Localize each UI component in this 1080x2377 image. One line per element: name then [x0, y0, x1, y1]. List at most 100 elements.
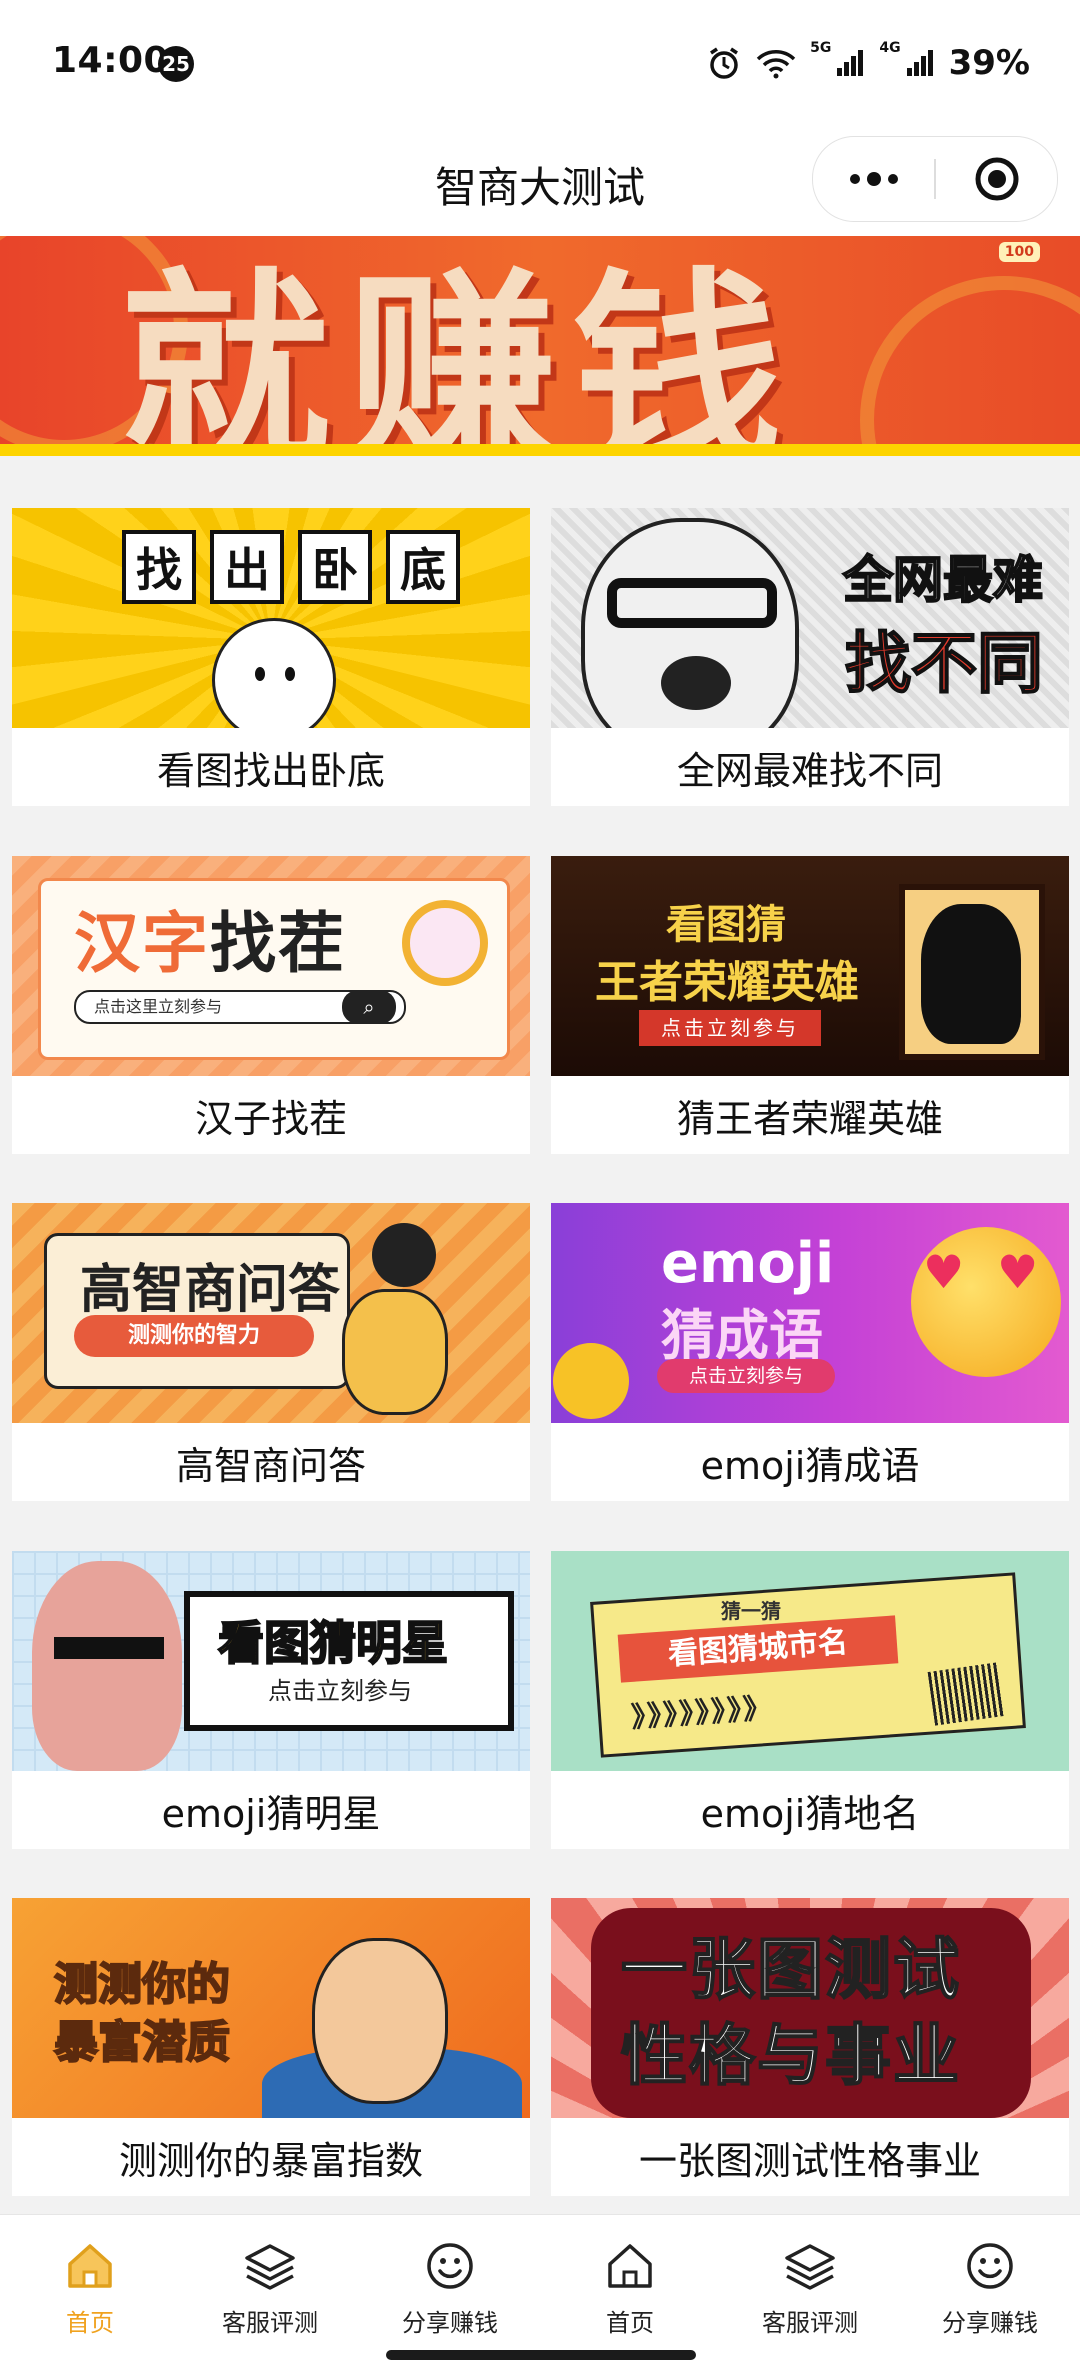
quiz-card[interactable]: emoji 猜成语 点击立刻参与 emoji猜成语: [551, 1203, 1069, 1501]
quiz-card-label: 高智商问答: [175, 1443, 366, 1488]
heart-eyes-emoji-icon: [911, 1227, 1061, 1377]
home-indicator[interactable]: [386, 2350, 696, 2360]
tab-share-earn[interactable]: 分享赚钱: [900, 2235, 1080, 2345]
smile-icon: [427, 2243, 473, 2289]
thumb-title: 汉字找茬: [74, 890, 346, 986]
quiz-card[interactable]: 高智商问答 测测你的智力 高智商问答: [12, 1203, 530, 1501]
quiz-card[interactable]: 猜一猜 看图猜城市名 》》》》》》》》 emoji猜地名: [551, 1551, 1069, 1849]
thumb-title: 高智商问答: [80, 1260, 341, 1320]
status-bar: 14:00 25 5G 4G 39%: [0, 0, 1080, 120]
quiz-card[interactable]: 一张图测试 性格与事业 一张图测试性格事业: [551, 1898, 1069, 2196]
tab-label: 客服评测: [762, 2309, 858, 2337]
tab-label: 首页: [606, 2309, 654, 2337]
banner-badge: 100: [998, 242, 1040, 262]
thumb-title: 看图猜: [666, 902, 786, 948]
quiz-thumbnail: 测测你的 暴富潜质: [12, 1898, 530, 2118]
more-dots-icon: [849, 172, 898, 186]
barcode-icon: [927, 1662, 1005, 1726]
tab-home[interactable]: 首页: [0, 2235, 180, 2345]
quiz-thumbnail: 猜一猜 看图猜城市名 》》》》》》》》: [551, 1551, 1069, 1771]
thumb-cta: 点击立刻参与: [639, 1010, 821, 1046]
thumb-sunglasses: [54, 1637, 164, 1659]
promo-banner[interactable]: 就赚钱 100: [0, 236, 1080, 456]
thumb-char-box: 找: [122, 530, 196, 604]
tab-service-review[interactable]: 客服评测: [720, 2235, 900, 2345]
close-button[interactable]: [936, 137, 1057, 221]
thumb-title-part: 找茬: [210, 905, 346, 982]
tab-label: 分享赚钱: [942, 2309, 1038, 2337]
signal-icon: [837, 50, 864, 76]
thumb-subtitle: 找不同: [844, 624, 1044, 703]
thumb-mascot: [212, 618, 336, 728]
quiz-card-label: emoji猜成语: [700, 1443, 920, 1488]
smile-icon: [967, 2243, 1013, 2289]
thumb-title-part: 汉字: [74, 905, 210, 982]
thumb-subtitle: 王者荣耀英雄: [595, 957, 859, 1008]
quiz-thumbnail: 看图猜 王者荣耀英雄 点击立刻参与: [551, 856, 1069, 1076]
battery-level: 39%: [948, 43, 1030, 83]
thumb-title: 一张图测试: [620, 1930, 961, 2009]
tab-share-earn[interactable]: 分享赚钱: [360, 2235, 540, 2345]
thumb-subtitle: 性格与事业: [620, 2016, 961, 2095]
thumb-subtitle: 测测你的智力: [74, 1315, 314, 1357]
alarm-icon: [710, 47, 739, 79]
nav-bar: 智商大测试: [0, 120, 1080, 236]
banner-strip: [0, 444, 1080, 456]
thumb-man-face: [312, 1938, 448, 2104]
status-time: 14:00: [52, 40, 170, 81]
layers-icon: [245, 2244, 295, 2290]
quiz-card[interactable]: 看图猜明星 点击立刻参与 emoji猜明星: [12, 1551, 530, 1849]
quiz-card-label: 看图找出卧底: [156, 748, 385, 793]
banner-decoration: [860, 276, 1080, 456]
thumb-tag: 猜一猜: [721, 1599, 781, 1623]
quiz-thumbnail: 汉字找茬 点击这里立刻参与 ⌕: [12, 856, 530, 1076]
thumb-character-head: [372, 1223, 436, 1287]
tab-label: 客服评测: [222, 2309, 318, 2337]
quiz-thumbnail: emoji 猜成语 点击立刻参与: [551, 1203, 1069, 1423]
quiz-card-label: 猜王者荣耀英雄: [676, 1096, 943, 1141]
surprised-emoji-icon: [553, 1343, 629, 1419]
thumb-char-box: 底: [386, 530, 460, 604]
quiz-card[interactable]: 看图猜 王者荣耀英雄 点击立刻参与 猜王者荣耀英雄: [551, 856, 1069, 1154]
thumb-mouth: [661, 656, 731, 710]
tab-service-review[interactable]: 客服评测: [180, 2235, 360, 2345]
quiz-card-label: 测测你的暴富指数: [118, 2138, 423, 2183]
quiz-thumbnail: 一张图测试 性格与事业: [551, 1898, 1069, 2118]
quiz-card[interactable]: 汉字找茬 点击这里立刻参与 ⌕ 汉子找茬: [12, 856, 530, 1154]
layers-icon: [785, 2244, 835, 2290]
close-target-icon: [975, 157, 1018, 201]
network-4g-label: 4G: [879, 40, 901, 56]
tab-label: 首页: [66, 2309, 114, 2337]
thumb-char-box: 出: [210, 530, 284, 604]
network-5g-label: 5G: [810, 40, 832, 56]
banner-text: 就赚钱: [120, 250, 799, 456]
quiz-card-label: emoji猜地名: [700, 1791, 920, 1836]
quiz-thumbnail: 高智商问答 测测你的智力: [12, 1203, 530, 1423]
magnifier-icon: [402, 900, 488, 986]
quiz-thumbnail: 全网最难 找不同: [551, 508, 1069, 728]
thumb-silhouette: [921, 904, 1021, 1044]
thumb-title: 全网最难: [842, 550, 1044, 610]
thumb-char-box: 卧: [298, 530, 372, 604]
tab-home[interactable]: 首页: [540, 2235, 720, 2345]
quiz-card-label: 一张图测试性格事业: [638, 2138, 981, 2183]
thumb-title: 测测你的: [53, 1958, 231, 2011]
system-icons: 5G 4G 39%: [706, 40, 1030, 86]
tab-label: 分享赚钱: [402, 2309, 498, 2337]
quiz-card-label: emoji猜明星: [161, 1791, 381, 1836]
home-icon: [608, 2244, 652, 2288]
thumb-statue-head: [32, 1561, 182, 1771]
quiz-card[interactable]: 找 出 卧 底 看图找出卧底: [12, 508, 530, 806]
quiz-thumbnail: 找 出 卧 底: [12, 508, 530, 728]
search-icon: ⌕: [342, 990, 396, 1024]
quiz-card[interactable]: 全网最难 找不同 全网最难找不同: [551, 508, 1069, 806]
miniprogram-capsule: [812, 136, 1058, 222]
signal-icon: [906, 50, 933, 76]
quiz-card-label: 全网最难找不同: [676, 748, 943, 793]
home-icon: [68, 2244, 112, 2288]
more-button[interactable]: [813, 137, 934, 221]
quiz-card-label: 汉子找茬: [194, 1096, 347, 1141]
quiz-card[interactable]: 测测你的 暴富潜质 测测你的暴富指数: [12, 1898, 530, 2196]
thumb-cta: 点击立刻参与: [657, 1359, 835, 1393]
quiz-thumbnail: 看图猜明星 点击立刻参与: [12, 1551, 530, 1771]
